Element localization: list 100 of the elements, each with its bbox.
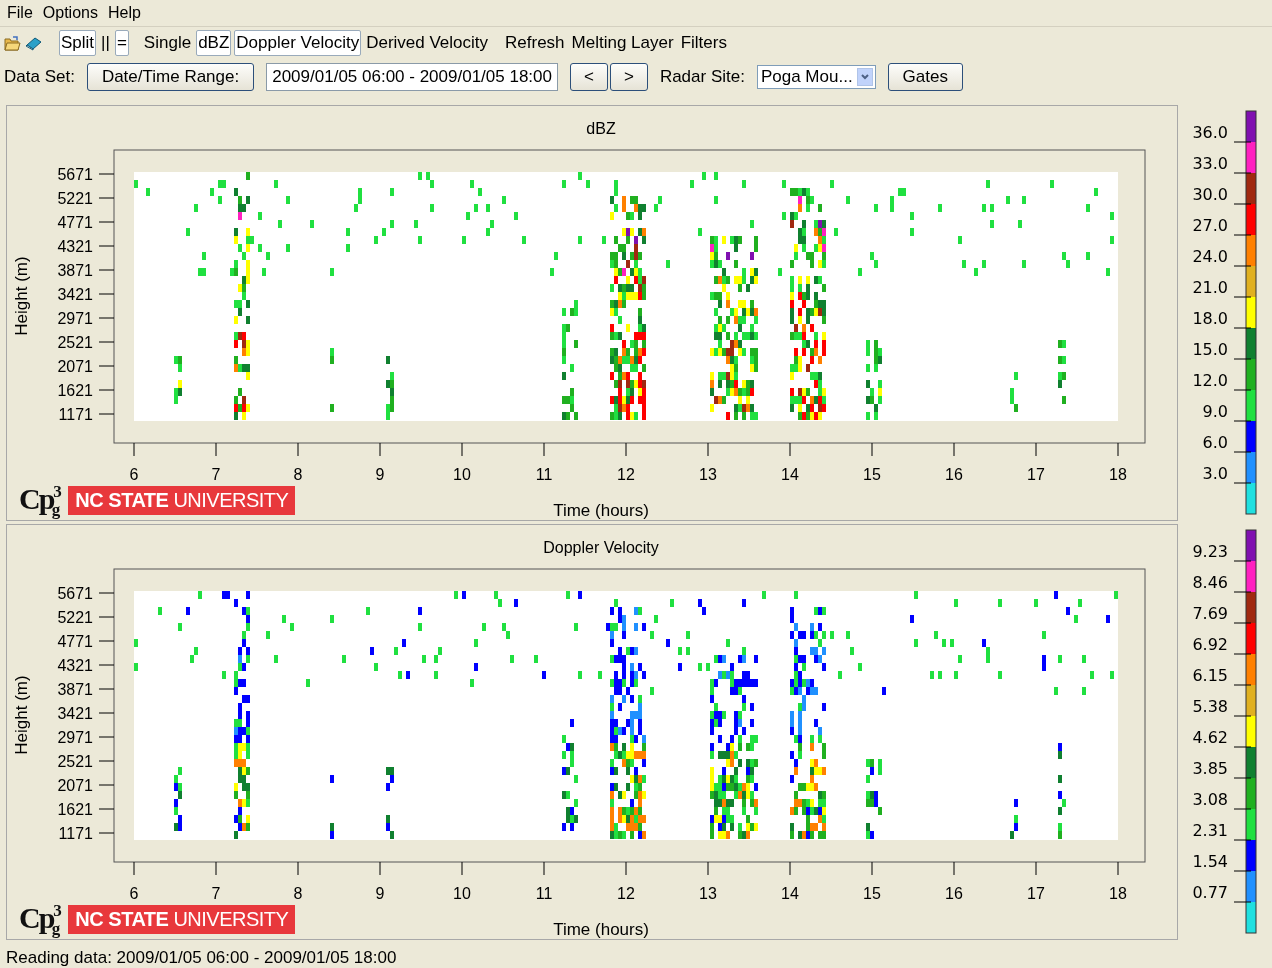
- toolbar-toggle[interactable]: Doppler Velocity: [234, 30, 362, 56]
- y-axis-label: Height (m): [12, 675, 31, 755]
- book-icon[interactable]: [25, 35, 42, 51]
- x-tick-label: 15: [863, 885, 881, 902]
- y-tick-label: 4321: [57, 657, 93, 674]
- x-tick-label: 14: [781, 466, 799, 483]
- university-banner: NC STATE UNIVERSITY: [68, 905, 296, 934]
- y-tick-label: 2971: [57, 310, 93, 327]
- toolbar-toggle[interactable]: Melting Layer: [569, 30, 676, 56]
- x-tick-label: 17: [1027, 466, 1045, 483]
- folder-icon[interactable]: [4, 35, 21, 51]
- x-axis-label: Time (hours): [553, 920, 649, 939]
- scale-label: 3.08: [1192, 790, 1228, 809]
- y-tick-label: 3871: [57, 262, 93, 279]
- radar-site-label: Radar Site:: [659, 67, 745, 87]
- previous-button[interactable]: <: [570, 63, 608, 91]
- x-tick-label: 16: [945, 885, 963, 902]
- y-tick-label: 1171: [58, 406, 93, 423]
- scale-label: 5.38: [1192, 697, 1228, 716]
- scale-label: 21.0: [1192, 278, 1228, 297]
- x-tick-label: 17: [1027, 885, 1045, 902]
- scale-label: 30.0: [1192, 185, 1228, 204]
- scale-label: 33.0: [1192, 154, 1228, 173]
- scale-label: 7.69: [1192, 604, 1228, 623]
- y-tick-label: 4321: [57, 238, 93, 255]
- x-tick-label: 8: [293, 885, 303, 902]
- x-tick-label: 6: [129, 885, 139, 902]
- status-text: Reading data: 2009/01/05 06:00 - 2009/01/05 18:00: [5, 947, 398, 968]
- y-tick-label: 1171: [58, 825, 93, 842]
- x-tick-label: 18: [1109, 885, 1127, 902]
- x-tick-label: 10: [453, 466, 471, 483]
- y-tick-label: 2971: [57, 729, 93, 746]
- scale-label: 8.46: [1192, 573, 1228, 592]
- y-tick-label: 4771: [57, 214, 93, 231]
- toolbar-toggle[interactable]: Filters: [678, 30, 729, 56]
- date-range-field[interactable]: 2009/01/05 06:00 - 2009/01/05 18:00: [266, 63, 558, 91]
- x-tick-label: 9: [375, 885, 385, 902]
- university-banner: NC STATE UNIVERSITY: [68, 486, 296, 515]
- scale-label: 9.0: [1202, 402, 1228, 421]
- x-tick-label: 7: [211, 466, 221, 483]
- y-tick-label: 2071: [57, 777, 93, 794]
- y-axis-label: Height (m): [12, 256, 31, 336]
- chart-title: dBZ: [586, 120, 616, 137]
- x-tick-label: 12: [617, 466, 635, 483]
- x-tick-label: 13: [699, 466, 717, 483]
- x-tick-label: 15: [863, 466, 881, 483]
- y-tick-label: 3871: [57, 681, 93, 698]
- y-tick-label: 1621: [57, 382, 93, 399]
- y-tick-label: 3421: [57, 286, 93, 303]
- toolbar-toggle[interactable]: Derived Velocity: [364, 30, 491, 56]
- scale-label: 12.0: [1192, 371, 1228, 390]
- y-tick-label: 5671: [57, 166, 93, 183]
- x-tick-label: 10: [453, 885, 471, 902]
- x-tick-label: 16: [945, 466, 963, 483]
- data-set-label: Data Set:: [4, 67, 75, 87]
- scale-label: 6.92: [1192, 635, 1228, 654]
- x-axis-label: Time (hours): [553, 501, 649, 520]
- date-range-button[interactable]: Date/Time Range:: [86, 63, 255, 91]
- y-tick-label: 5221: [57, 190, 93, 207]
- y-tick-label: 3421: [57, 705, 93, 722]
- scale-label: 9.23: [1192, 542, 1228, 561]
- y-tick-label: 2521: [57, 334, 93, 351]
- scale-label: 15.0: [1192, 340, 1228, 359]
- y-tick-label: 5221: [57, 609, 93, 626]
- menu-item[interactable]: File: [2, 4, 38, 22]
- chart-title: Doppler Velocity: [543, 539, 659, 556]
- scale-label: 24.0: [1192, 247, 1228, 266]
- scale-label: 1.54: [1192, 852, 1228, 871]
- scale-label: 6.15: [1192, 666, 1228, 685]
- scale-label: 3.0: [1202, 464, 1228, 483]
- x-tick-label: 13: [699, 885, 717, 902]
- toolbar-toggle[interactable]: Refresh: [503, 30, 567, 56]
- x-tick-label: 6: [129, 466, 139, 483]
- y-tick-label: 5671: [57, 585, 93, 602]
- radar-site-dropdown[interactable]: Poga Mou...: [756, 65, 876, 89]
- scale-label: 4.62: [1192, 728, 1228, 747]
- menu-item[interactable]: Help: [102, 4, 146, 22]
- x-tick-label: 9: [375, 466, 385, 483]
- x-tick-label: 14: [781, 885, 799, 902]
- x-tick-label: 11: [535, 885, 553, 902]
- toolbar-toggle[interactable]: =: [114, 30, 129, 56]
- y-tick-label: 1621: [57, 801, 93, 818]
- y-tick-label: 2521: [57, 753, 93, 770]
- y-tick-label: 4771: [57, 633, 93, 650]
- toolbar-toggle[interactable]: Single: [141, 30, 194, 56]
- gates-button[interactable]: Gates: [887, 63, 963, 91]
- x-tick-label: 7: [211, 885, 221, 902]
- toolbar-toggle[interactable]: ||: [99, 30, 112, 56]
- x-tick-label: 11: [535, 466, 553, 483]
- scale-label: 2.31: [1192, 821, 1228, 840]
- next-button[interactable]: >: [609, 63, 648, 91]
- scale-label: 0.77: [1192, 883, 1228, 902]
- x-tick-label: 12: [617, 885, 635, 902]
- y-tick-label: 2071: [57, 358, 93, 375]
- x-tick-label: 18: [1109, 466, 1127, 483]
- scale-label: 36.0: [1192, 123, 1228, 142]
- toolbar-toggle[interactable]: Split: [59, 30, 97, 56]
- menu-item[interactable]: Options: [37, 4, 103, 22]
- scale-label: 18.0: [1192, 309, 1228, 328]
- toolbar-toggle[interactable]: dBZ: [196, 30, 232, 56]
